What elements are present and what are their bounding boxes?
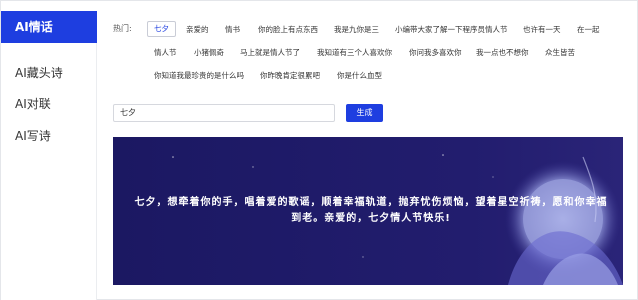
hot-tag[interactable]: 你昨晚肯定很累吧	[260, 68, 320, 84]
hot-label: 热门:	[113, 24, 132, 33]
hot-tag[interactable]: 你问我多喜欢你	[409, 45, 462, 61]
app-window: AI情话 AI藏头诗 AI对联 AI写诗 热门: 七夕 亲爱的 情书 你的脸上有…	[0, 0, 638, 300]
hot-tag[interactable]: 我一点也不想你	[476, 45, 529, 61]
hot-tag[interactable]: 小编带大家了解一下程序员情人节	[395, 22, 508, 38]
hot-tag[interactable]: 你知道我最珍贵的是什么吗	[154, 68, 244, 84]
love-words-text: 七夕，想牵着你的手，唱着爱的歌谣，顺着幸福轨道，抛弃忧伤烦恼，望着星空祈祷，愿和…	[134, 197, 608, 224]
hot-tag[interactable]: 情人节	[154, 45, 177, 61]
sidebar-item-ai-acrostic-poem[interactable]: AI藏头诗	[1, 57, 97, 89]
sidebar-item-ai-love-words[interactable]: AI情话	[1, 11, 97, 43]
hot-tag[interactable]: 众生皆苦	[545, 45, 575, 61]
hot-tag[interactable]: 马上就是情人节了	[240, 45, 300, 61]
hot-tag[interactable]: 亲爱的	[186, 22, 209, 38]
sidebar-item-ai-poem[interactable]: AI写诗	[1, 120, 97, 152]
love-words-banner: 七夕，想牵着你的手，唱着爱的歌谣，顺着幸福轨道，抛弃忧伤烦恼，望着星空祈祷，愿和…	[113, 137, 623, 285]
generate-button[interactable]: 生成	[346, 104, 383, 122]
sidebar: AI情话 AI藏头诗 AI对联 AI写诗	[1, 11, 97, 300]
hot-tag[interactable]: 我知道有三个人喜欢你	[317, 45, 392, 61]
sidebar-item-ai-couplet[interactable]: AI对联	[1, 88, 97, 120]
search-input[interactable]: 七夕	[113, 104, 335, 122]
hot-tag[interactable]: 小猪佩奇	[194, 45, 224, 61]
hot-tag[interactable]: 在一起	[577, 22, 600, 38]
hot-tag[interactable]: 情书	[225, 22, 240, 38]
main-content: 热门: 七夕 亲爱的 情书 你的脸上有点东西 我是九你是三 小编带大家了解一下程…	[98, 1, 638, 300]
hot-tag[interactable]: 我是九你是三	[334, 22, 379, 38]
hot-tag[interactable]: 你是什么血型	[337, 68, 382, 84]
hot-tag[interactable]: 也许有一天	[523, 22, 561, 38]
hot-tag[interactable]: 你的脸上有点东西	[258, 22, 318, 38]
hot-tag[interactable]: 七夕	[147, 21, 176, 37]
